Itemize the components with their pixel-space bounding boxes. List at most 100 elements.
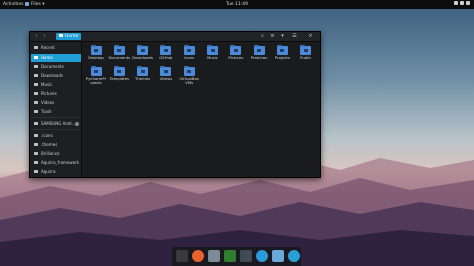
sidebar-item-downloads[interactable]: Downloads	[31, 72, 81, 80]
templates-folder-icon	[113, 65, 125, 76]
sidebar-item-documents[interactable]: Documents	[31, 63, 81, 71]
close-icon[interactable]: ×	[308, 34, 313, 39]
sidebar-item-label: SAMSUNG Andr...	[41, 121, 76, 126]
sidebar-item-label: Downloads	[41, 73, 63, 78]
sidebar-item-samsung-andr[interactable]: SAMSUNG Andr...	[31, 120, 81, 128]
sidebar-item-recent[interactable]: Recent	[31, 44, 81, 52]
music-icon	[34, 82, 38, 86]
sidebar-item-label: .icons	[41, 133, 53, 138]
file-item[interactable]: Documents	[108, 44, 131, 60]
file-item[interactable]: Public	[295, 44, 317, 60]
file-item[interactable]: Pratchan	[248, 44, 270, 60]
github-folder-icon	[160, 44, 172, 55]
file-label: Videos	[159, 76, 173, 81]
sidebar-item-music[interactable]: Music	[31, 81, 81, 89]
telegram-icon[interactable]	[288, 250, 300, 262]
dock	[172, 247, 301, 266]
video-icon	[34, 100, 38, 104]
sidebar-item-videos[interactable]: Videos	[31, 99, 81, 107]
pictures-folder-icon	[230, 44, 242, 55]
files-icon[interactable]	[208, 250, 220, 262]
sidebar-item-brilliance[interactable]: Brilliance	[31, 150, 81, 158]
file-label: Pictures	[228, 55, 244, 60]
firefox-icon[interactable]	[192, 250, 204, 262]
search-icon[interactable]: ⌕	[260, 34, 265, 39]
file-label: PycharmProjects	[85, 76, 107, 86]
clock[interactable]: Tue 11:49	[0, 0, 474, 9]
file-label: Public	[300, 55, 312, 60]
file-item[interactable]: PycharmProjects	[85, 65, 107, 86]
downloads-folder-icon	[137, 44, 149, 55]
file-label: Downloads	[132, 55, 154, 60]
view-options-icon[interactable]: ▾	[280, 34, 285, 39]
file-item[interactable]: Music	[202, 44, 224, 60]
folder-icon	[34, 169, 38, 173]
sidebar-item--themes[interactable]: .themes	[31, 141, 81, 149]
sidebar-item-aquirra[interactable]: Aquirra	[31, 168, 81, 176]
documents-folder-icon	[113, 44, 125, 55]
file-item[interactable]: Icons	[178, 44, 200, 60]
sidebar-item-label: Home	[41, 55, 53, 60]
file-item[interactable]: GitHub	[155, 44, 177, 60]
view-list-icon[interactable]: ≡	[270, 34, 275, 39]
file-item[interactable]: Projects	[271, 44, 293, 60]
file-label: Templates	[109, 76, 129, 81]
file-item[interactable]: Videos	[155, 65, 177, 81]
sidebar-item-label: Videos	[41, 100, 55, 105]
power-menu-icon	[466, 1, 470, 5]
sidebar-item-pictures[interactable]: Pictures	[31, 90, 81, 98]
sidebar-item-label: Recent	[41, 45, 55, 50]
sidebar-item-aquirra-framework[interactable]: Aquirra_framework	[31, 159, 81, 167]
file-label: VirtualBox VMs	[179, 76, 199, 86]
terminal-icon[interactable]	[224, 250, 236, 262]
power-icon[interactable]	[256, 250, 268, 262]
volume-icon	[460, 1, 464, 5]
file-item[interactable]: Desktop	[85, 44, 107, 60]
sidebar-item-label: Brilliance	[41, 151, 60, 156]
picture-icon	[34, 91, 38, 95]
sidebar-item-label: Aquirra_framework	[41, 160, 80, 165]
forward-button[interactable]: ›	[42, 34, 47, 39]
eject-icon[interactable]	[75, 122, 79, 126]
sidebar-separator	[31, 129, 80, 130]
desktop-folder-icon	[90, 44, 102, 55]
file-item[interactable]: VirtualBox VMs	[178, 65, 200, 86]
mail-icon[interactable]	[272, 250, 284, 262]
file-grid: Desktop Documents Downloads GitHub Icons Musi…	[82, 42, 320, 177]
folder-icon	[34, 151, 38, 155]
menu-icon[interactable]: ☰	[292, 34, 297, 39]
folder-icon	[90, 65, 102, 76]
folder-icon	[137, 65, 149, 76]
file-label: Documents	[108, 55, 131, 60]
sidebar-item-label: .themes	[41, 142, 58, 147]
sidebar-item-label: Aquirra	[41, 169, 56, 174]
file-item[interactable]: Pictures	[225, 44, 247, 60]
file-label: Music	[207, 55, 218, 60]
show-apps-icon[interactable]	[176, 250, 188, 262]
file-label: Projects	[274, 55, 290, 60]
sidebar-item-label: Documents	[41, 64, 64, 69]
back-button[interactable]: ‹	[34, 34, 39, 39]
folder-icon	[183, 65, 195, 76]
file-item[interactable]: Downloads	[132, 44, 154, 60]
sidebar-item--icons[interactable]: .icons	[31, 132, 81, 140]
breadcrumb-label: Home	[65, 34, 79, 39]
sidebar-item-trash[interactable]: Trash	[31, 108, 81, 116]
videos-folder-icon	[160, 65, 172, 76]
system-tray[interactable]	[452, 0, 470, 9]
music-folder-icon	[207, 44, 218, 55]
clock-icon	[34, 45, 38, 49]
file-manager-window: ‹ › Home ⌕ ≡ ▾ ☰ × Recent Home Documents Do…	[29, 31, 321, 178]
file-item[interactable]: Templates	[108, 65, 130, 81]
home-icon	[34, 55, 38, 59]
home-icon	[59, 33, 63, 37]
sidebar-separator	[31, 117, 80, 118]
sidebar-item-home[interactable]: Home	[31, 54, 81, 62]
folder-icon	[34, 142, 38, 146]
trash-icon	[34, 109, 38, 113]
sidebar-item-label: Music	[41, 82, 53, 87]
monitor-icon[interactable]	[240, 250, 252, 262]
breadcrumb-home[interactable]: Home	[56, 33, 82, 40]
file-label: GitHub	[159, 55, 173, 60]
file-item[interactable]: Themes	[132, 65, 154, 81]
